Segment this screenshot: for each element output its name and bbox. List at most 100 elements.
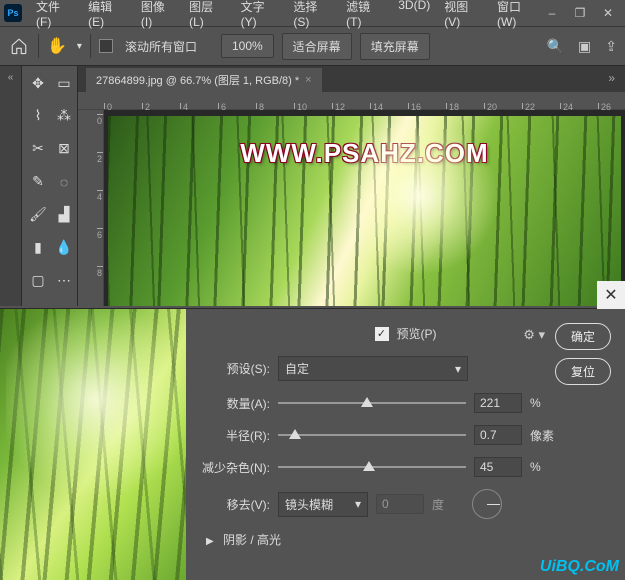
radius-slider[interactable]: [278, 427, 466, 443]
close-button[interactable]: ✕: [601, 6, 615, 20]
tab-overflow-icon[interactable]: »: [608, 71, 615, 85]
document-tabs: 27864899.jpg @ 66.7% (图层 1, RGB/8) * × »: [78, 66, 625, 92]
panel-collapse-strip[interactable]: «: [0, 66, 22, 306]
fill-screen-button[interactable]: 填充屏幕: [360, 33, 430, 60]
ruler-tick: 0: [104, 103, 112, 109]
gradient-tool-icon[interactable]: ▮: [26, 236, 50, 258]
preview-checkbox[interactable]: ✓: [375, 327, 389, 341]
remove-label: 移去(V):: [198, 496, 270, 513]
move-tool-icon[interactable]: ✥: [26, 72, 50, 94]
remove-value: 镜头模糊: [285, 496, 333, 513]
amount-unit: %: [530, 396, 558, 410]
amount-input[interactable]: 221: [474, 393, 522, 413]
options-right: 🔍 ▣ ⇪: [547, 38, 617, 55]
wand-tool-icon[interactable]: ⁂: [52, 105, 76, 127]
scroll-all-checkbox[interactable]: [99, 39, 113, 53]
preset-select[interactable]: 自定 ▾: [278, 356, 468, 381]
ruler-tick: 16: [408, 103, 421, 109]
menu-select[interactable]: 选择(S): [287, 0, 338, 32]
menu-file[interactable]: 文件(F): [30, 0, 80, 32]
frame-tool-icon[interactable]: ⊠: [52, 138, 76, 160]
reset-button[interactable]: 复位: [555, 358, 611, 385]
hand-tool-icon[interactable]: ✋: [47, 36, 67, 56]
scroll-all-label: 滚动所有窗口: [125, 38, 197, 55]
ruler-tick: 10: [294, 103, 307, 109]
shadows-highlights-expander[interactable]: ▶ 阴影 / 高光: [198, 531, 613, 548]
quickselect-tool-icon[interactable]: ◌: [52, 171, 76, 193]
noise-unit: %: [530, 460, 558, 474]
ruler-tick: 4: [97, 190, 103, 202]
ruler-tick: 2: [142, 103, 150, 109]
menu-text[interactable]: 文字(Y): [235, 0, 286, 32]
dialog-close-button[interactable]: ✕: [597, 281, 625, 309]
menu-edit[interactable]: 编辑(E): [82, 0, 133, 32]
close-tab-icon[interactable]: ×: [305, 74, 311, 86]
angle-dial[interactable]: [472, 489, 502, 519]
shadows-label: 阴影 / 高光: [223, 533, 281, 547]
gear-icon[interactable]: ⚙ ▾: [523, 327, 545, 343]
frame-icon[interactable]: ▣: [578, 38, 591, 55]
canvas-wrapper: 0 2 4 6 8 WWW.PSAHZ.COM: [78, 110, 625, 306]
preview-label: 预览(P): [397, 325, 437, 342]
menu-layer[interactable]: 图层(L): [183, 0, 232, 32]
amount-label: 数量(A):: [198, 395, 270, 412]
ruler-tick: 20: [484, 103, 497, 109]
noise-input[interactable]: 45: [474, 457, 522, 477]
ruler-tick: 6: [218, 103, 226, 109]
zoom-button[interactable]: 100%: [221, 34, 274, 58]
noise-slider[interactable]: [278, 459, 466, 475]
menu-filter[interactable]: 滤镜(T): [340, 0, 390, 32]
options-bar: ✋ ▾ 滚动所有窗口 100% 适合屏幕 填充屏幕 🔍 ▣ ⇪: [0, 26, 625, 66]
share-icon[interactable]: ⇪: [605, 38, 617, 55]
restore-button[interactable]: ❐: [573, 6, 587, 20]
blur-tool-icon[interactable]: 💧: [52, 236, 76, 258]
document-tab[interactable]: 27864899.jpg @ 66.7% (图层 1, RGB/8) * ×: [86, 68, 322, 92]
angle-input: 0: [376, 494, 424, 514]
more-tool-icon[interactable]: ⋯: [52, 269, 76, 291]
ruler-tick: 2: [97, 152, 103, 164]
chevron-right-icon: ▶: [206, 536, 214, 547]
radius-input[interactable]: 0.7: [474, 425, 522, 445]
separator: [90, 34, 91, 58]
minimize-button[interactable]: –: [545, 6, 559, 20]
main-area: « ✥ ▭ ⌇ ⁂ ✂ ⊠ ✎ ◌ 🖌 ▟ ▮ 💧 ▢ ⋯ 27864899.j…: [0, 66, 625, 306]
ok-button[interactable]: 确定: [555, 323, 611, 350]
remove-select[interactable]: 镜头模糊 ▾: [278, 492, 368, 517]
separator: [38, 34, 39, 58]
type-tool-icon[interactable]: ▢: [26, 269, 50, 291]
menu-image[interactable]: 图像(I): [135, 0, 181, 32]
ruler-tick: 18: [446, 103, 459, 109]
fit-screen-button[interactable]: 适合屏幕: [282, 33, 352, 60]
ruler-tick: 14: [370, 103, 383, 109]
amount-slider[interactable]: [278, 395, 466, 411]
menu-window[interactable]: 窗口(W): [491, 0, 545, 32]
home-icon[interactable]: [8, 35, 30, 57]
chevron-down-icon: ▾: [355, 497, 361, 511]
noise-label: 减少杂色(N):: [198, 459, 270, 476]
search-icon[interactable]: 🔍: [547, 38, 564, 55]
title-bar: Ps 文件(F) 编辑(E) 图像(I) 图层(L) 文字(Y) 选择(S) 滤…: [0, 0, 625, 26]
lasso-tool-icon[interactable]: ⌇: [26, 105, 50, 127]
workspace: 27864899.jpg @ 66.7% (图层 1, RGB/8) * × »…: [78, 66, 625, 306]
ruler-tick: 12: [332, 103, 345, 109]
radius-label: 半径(R):: [198, 427, 270, 444]
canvas[interactable]: WWW.PSAHZ.COM: [104, 110, 625, 306]
preset-label: 预设(S):: [198, 360, 270, 377]
ruler-tick: 0: [97, 114, 103, 126]
radius-unit: 像素: [530, 427, 558, 444]
chevron-down-icon[interactable]: ▾: [77, 41, 82, 52]
marquee-tool-icon[interactable]: ▭: [52, 72, 76, 94]
ruler-horizontal: 0 2 4 6 8 10 12 14 16 18 20 22 24 26: [78, 92, 625, 110]
dialog-controls: ✓ 预览(P) ⚙ ▾ 确定 复位 预设(S): 自定 ▾ 数量(A): 221…: [186, 309, 625, 580]
dialog-preview-image[interactable]: [0, 309, 186, 580]
document-tab-title: 27864899.jpg @ 66.7% (图层 1, RGB/8) *: [96, 72, 299, 88]
brush-tool-icon[interactable]: 🖌: [26, 203, 50, 225]
eyedropper-tool-icon[interactable]: ✎: [26, 171, 50, 193]
window-controls: – ❐ ✕: [545, 6, 615, 20]
crop-tool-icon[interactable]: ✂: [26, 138, 50, 160]
menu-bar: 文件(F) 编辑(E) 图像(I) 图层(L) 文字(Y) 选择(S) 滤镜(T…: [30, 0, 545, 32]
menu-3d[interactable]: 3D(D): [392, 0, 436, 32]
stamp-tool-icon[interactable]: ▟: [52, 203, 76, 225]
ruler-tick: 8: [97, 266, 103, 278]
menu-view[interactable]: 视图(V): [438, 0, 489, 32]
